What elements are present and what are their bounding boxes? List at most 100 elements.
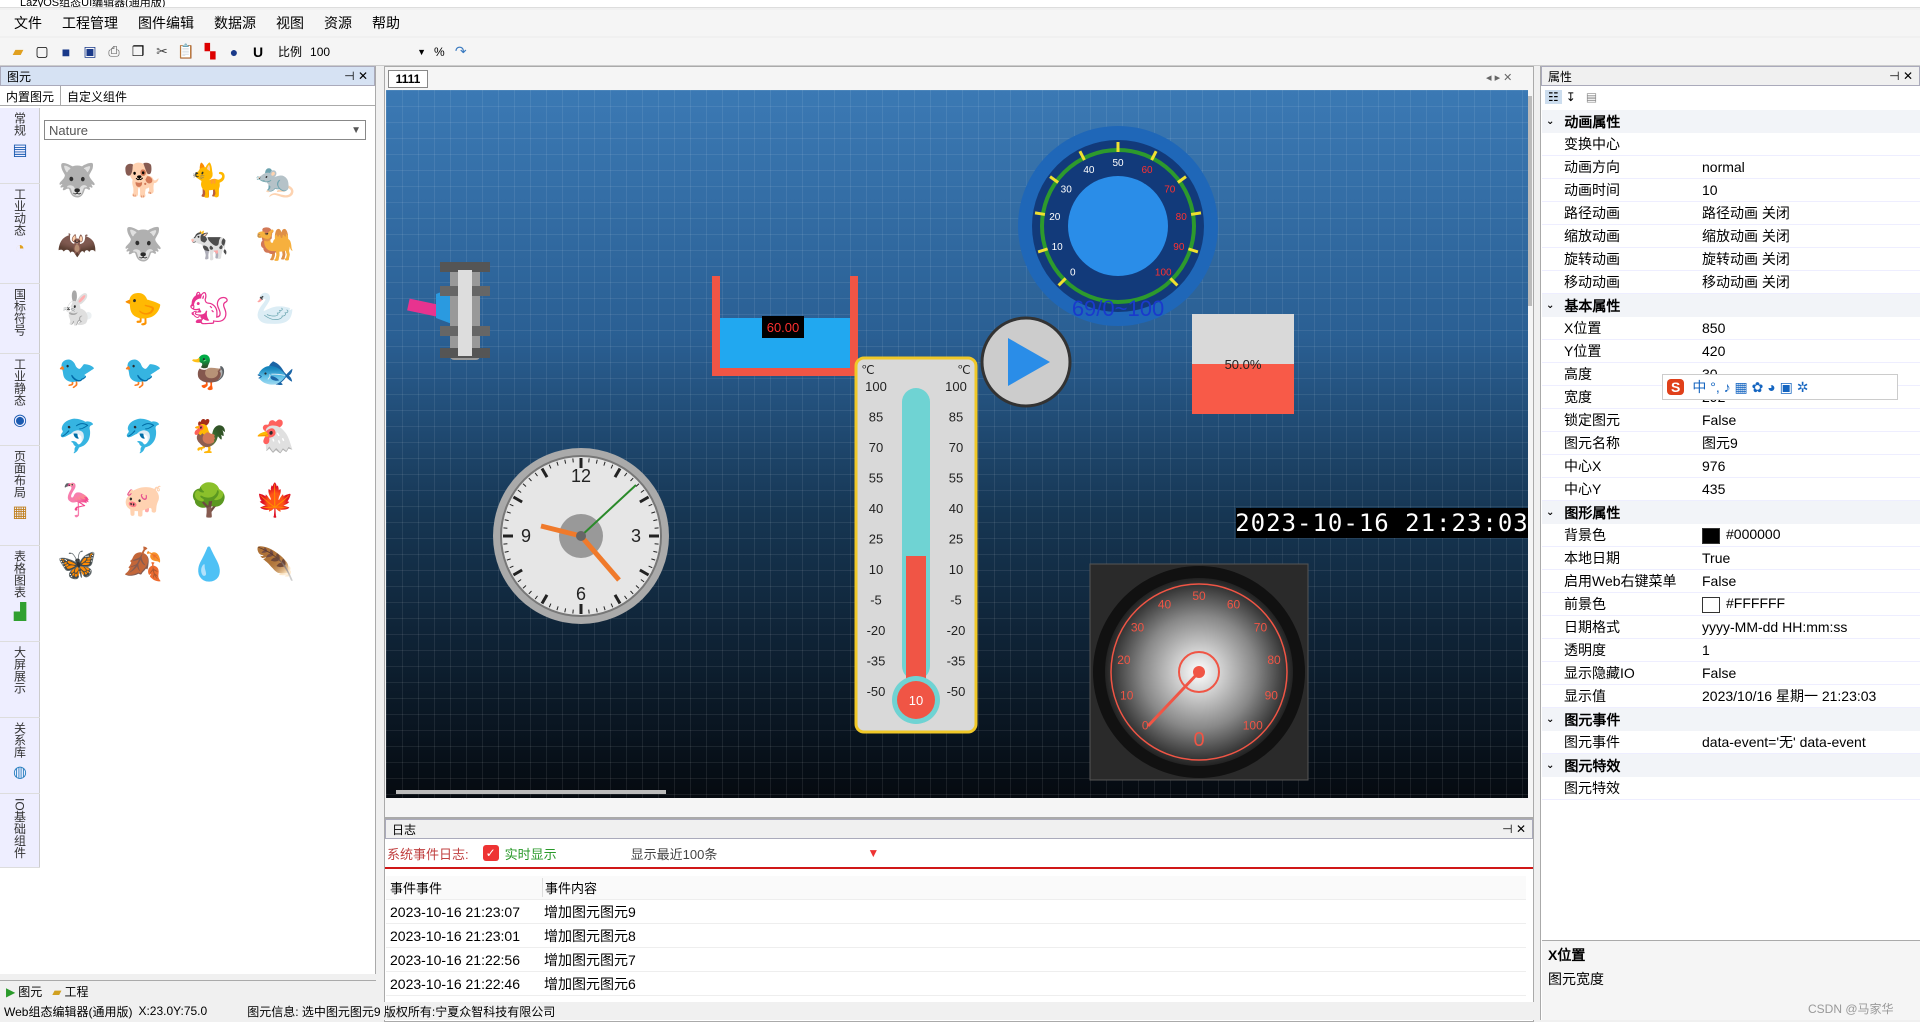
cut-icon[interactable]: ✂ <box>152 42 172 62</box>
tab-custom[interactable]: 自定义组件 <box>61 86 133 105</box>
property-value[interactable]: 移动动画 关闭 <box>1702 272 1920 292</box>
property-row[interactable]: 显示隐藏IOFalse <box>1542 662 1920 685</box>
color-icon[interactable]: ▚ <box>200 42 220 62</box>
property-value[interactable]: 10 <box>1702 182 1920 198</box>
property-value[interactable]: 旋转动画 关闭 <box>1702 249 1920 269</box>
category-relations[interactable]: 关系库◍ <box>0 718 40 794</box>
valve-element[interactable] <box>407 262 490 360</box>
log-pin-close[interactable]: ⊣ ✕ <box>1502 822 1526 836</box>
library-item[interactable]: 🪶 <box>242 532 308 596</box>
property-pages-icon[interactable]: ▤ <box>1586 90 1597 104</box>
library-item[interactable]: 🐺 <box>110 212 176 276</box>
menu-file[interactable]: 文件 <box>14 13 42 33</box>
property-value[interactable]: False <box>1702 412 1920 428</box>
library-item[interactable]: 🐺 <box>44 148 110 212</box>
checkbox-icon[interactable]: ✓ <box>483 845 499 861</box>
category-page-layout[interactable]: 页面布局▦ <box>0 446 40 546</box>
property-value[interactable]: #000000 <box>1702 526 1920 543</box>
property-row[interactable]: 图元特效 <box>1542 777 1920 800</box>
library-item[interactable]: 🌳 <box>176 468 242 532</box>
tab-document[interactable]: 1111 <box>388 70 428 88</box>
ime-toolbar[interactable]: S 中 °, ♪ ▦ ✿ ◕ ▣ ✲ <box>1662 374 1898 400</box>
category-io-basic[interactable]: IO基础组件 <box>0 794 40 868</box>
tab-project[interactable]: 工程 <box>64 983 88 1000</box>
property-value[interactable]: #FFFFFF <box>1702 595 1920 612</box>
menu-view[interactable]: 视图 <box>276 13 304 33</box>
property-row[interactable]: 图元事件 data-event='无' data-event <box>1542 731 1920 754</box>
print-icon[interactable]: ⎙ <box>104 42 124 62</box>
library-item[interactable]: 🐄 <box>176 212 242 276</box>
property-row[interactable]: 显示值2023/10/16 星期一 21:23:03 <box>1542 685 1920 708</box>
library-select[interactable]: Nature▼ <box>44 120 366 140</box>
menu-project[interactable]: 工程管理 <box>62 13 118 33</box>
tank-element[interactable]: 60.00 <box>712 276 858 376</box>
redo-icon[interactable]: ↷ <box>451 42 471 62</box>
library-item[interactable]: 🐔 <box>242 404 308 468</box>
library-item[interactable]: 🐈 <box>176 148 242 212</box>
library-item[interactable]: 🐫 <box>242 212 308 276</box>
library-item[interactable]: 🐤 <box>110 276 176 340</box>
property-value[interactable]: 976 <box>1702 458 1920 474</box>
property-row[interactable]: 日期格式yyyy-MM-dd HH:mm:ss <box>1542 616 1920 639</box>
property-row[interactable]: 中心X976 <box>1542 455 1920 478</box>
play-button-element[interactable] <box>982 318 1070 406</box>
chevron-down-icon[interactable]: ⌄ <box>1546 507 1554 518</box>
save-all-icon[interactable]: ▣ <box>80 42 100 62</box>
scale-input[interactable]: 100▼ <box>308 43 428 61</box>
tab-builtin[interactable]: 内置图元 <box>0 86 61 105</box>
library-item[interactable]: 🐓 <box>176 404 242 468</box>
property-value[interactable]: 图元9 <box>1702 433 1920 453</box>
library-item[interactable]: 🦋 <box>44 532 110 596</box>
property-value[interactable]: True <box>1702 550 1920 566</box>
props-pin-close[interactable]: ⊣ ✕ <box>1889 69 1913 83</box>
library-item[interactable]: 🦆 <box>176 340 242 404</box>
library-item[interactable]: 🦇 <box>44 212 110 276</box>
copy-icon[interactable]: ❐ <box>128 42 148 62</box>
menu-edit[interactable]: 图件编辑 <box>138 13 194 33</box>
property-row[interactable]: 动画时间10 <box>1542 179 1920 202</box>
property-category[interactable]: ⌄图形属性 <box>1542 501 1920 524</box>
category-industrial-dynamic[interactable]: 工业动态◔ <box>0 184 40 284</box>
clock-element[interactable]: 12369 <box>493 448 669 624</box>
speedometer-element[interactable]: 0 0102030405060708090100 <box>1090 564 1308 780</box>
category-general[interactable]: 常规▤ <box>0 108 40 184</box>
menu-resource[interactable]: 资源 <box>324 13 352 33</box>
left-pane-pin-close[interactable]: ⊣ ✕ <box>344 69 368 83</box>
property-row[interactable]: 启用Web右键菜单False <box>1542 570 1920 593</box>
scale-dropdown-icon[interactable]: ▼ <box>417 47 426 57</box>
doc-nav-icons[interactable]: ◂ ▸ ✕ <box>1486 71 1512 84</box>
property-value[interactable]: 缩放动画 关闭 <box>1702 226 1920 246</box>
property-row[interactable]: 路径动画路径动画 关闭 <box>1542 202 1920 225</box>
category-tables-charts[interactable]: 表格图表▟ <box>0 546 40 642</box>
menu-help[interactable]: 帮助 <box>372 13 400 33</box>
property-category[interactable]: ⌄基本属性 <box>1542 294 1920 317</box>
datetime-element[interactable]: 2023-10-16 21:23:03 <box>1235 508 1528 538</box>
property-category[interactable]: ⌄图元特效 <box>1542 754 1920 777</box>
new-icon[interactable]: ▢ <box>32 42 52 62</box>
table-row[interactable]: 2023-10-16 21:22:56增加图元图元7 <box>386 948 1526 972</box>
property-row[interactable]: Y位置420 <box>1542 340 1920 363</box>
library-item[interactable]: 🐬 <box>44 404 110 468</box>
library-item[interactable]: 🐦 <box>44 340 110 404</box>
design-canvas[interactable]: 60.00 69/0~100 0102030405060708090100 50… <box>386 90 1528 798</box>
circle-icon[interactable]: ● <box>224 42 244 62</box>
categorized-icon[interactable]: ☷ <box>1545 90 1562 104</box>
library-item[interactable]: 🦩 <box>44 468 110 532</box>
chevron-down-icon[interactable]: ⌄ <box>1546 760 1554 771</box>
property-row[interactable]: 透明度1 <box>1542 639 1920 662</box>
library-item[interactable]: 🐬 <box>110 404 176 468</box>
category-industrial-static[interactable]: 工业静态◉ <box>0 354 40 446</box>
property-row[interactable]: 前景色#FFFFFF <box>1542 593 1920 616</box>
property-value[interactable]: 850 <box>1702 320 1920 336</box>
table-row[interactable]: 2023-10-16 21:23:07增加图元图元9 <box>386 900 1526 924</box>
chevron-down-icon[interactable]: ⌄ <box>1546 116 1554 127</box>
property-value[interactable]: data-event='无' data-event <box>1702 732 1920 752</box>
category-national-symbols[interactable]: 国标符号 <box>0 284 40 354</box>
thermometer-element[interactable]: 10 ℃℃100100858570705555404025251010-5-5-… <box>856 358 976 732</box>
underline-icon[interactable]: U <box>248 42 268 62</box>
property-value[interactable]: 435 <box>1702 481 1920 497</box>
property-value[interactable]: 路径动画 关闭 <box>1702 203 1920 223</box>
library-item[interactable]: 🐇 <box>44 276 110 340</box>
library-item[interactable]: 🐟 <box>242 340 308 404</box>
property-row[interactable]: 中心Y435 <box>1542 478 1920 501</box>
